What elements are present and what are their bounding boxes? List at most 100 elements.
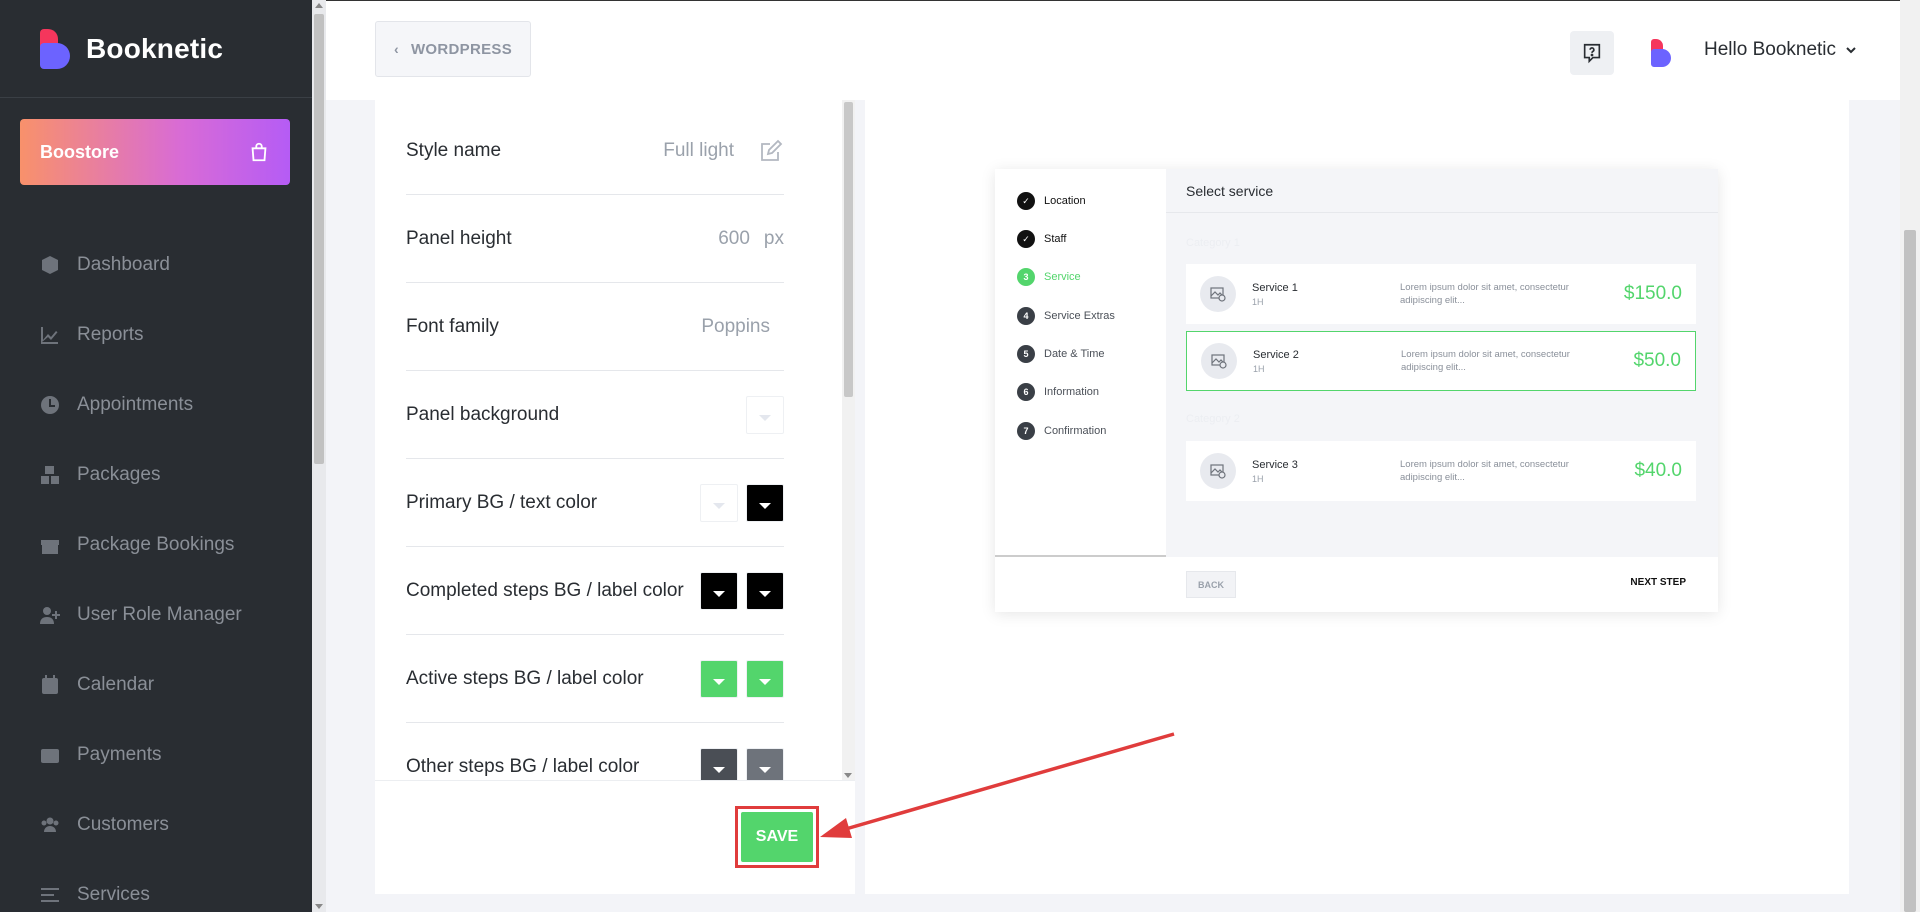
sidebar-item-packages[interactable]: Packages: [0, 440, 312, 510]
category-label: Category 1: [1186, 237, 1240, 249]
appearance-settings-panel: Style name Full light Panel height 600 p…: [375, 100, 855, 780]
sidebar-item-services[interactable]: Services: [0, 860, 312, 912]
service-duration: 1H: [1253, 363, 1265, 374]
font-family-select[interactable]: Poppins: [701, 316, 770, 338]
sidebar-item-label: Services: [77, 884, 150, 905]
step-label: Date & Time: [1044, 348, 1105, 360]
service-card[interactable]: Service 1 1H Lorem ipsum dolor sit amet, …: [1186, 264, 1696, 324]
users-icon: [40, 815, 60, 835]
step-label: Information: [1044, 386, 1100, 398]
primary-color-label: Primary BG / text color: [406, 491, 598, 513]
save-button[interactable]: SAVE: [741, 812, 813, 862]
sidebar-item-label: Reports: [77, 324, 144, 345]
step-information: 6 Information: [1017, 383, 1099, 401]
sidebar-item-dashboard[interactable]: Dashboard: [0, 230, 312, 300]
sidebar-item-customers[interactable]: Customers: [0, 790, 312, 860]
chart-icon: [40, 325, 60, 345]
primary-text-color-picker[interactable]: [746, 483, 784, 522]
help-button[interactable]: [1570, 31, 1614, 75]
preview-next-step-button[interactable]: NEXT STEP: [1630, 577, 1686, 588]
step-number: 5: [1017, 345, 1035, 363]
step-number: 7: [1017, 422, 1035, 440]
sidebar-item-appointments[interactable]: Appointments: [0, 370, 312, 440]
service-card[interactable]: Service 3 1H Lorem ipsum dolor sit amet, …: [1186, 441, 1696, 501]
completed-label-color-picker[interactable]: [746, 571, 784, 610]
step-label: Confirmation: [1044, 425, 1107, 437]
step-label: Location: [1044, 195, 1086, 207]
preview-back-button[interactable]: BACK: [1186, 571, 1236, 598]
style-name-value[interactable]: Full light: [663, 140, 734, 162]
caret-down-icon: [759, 590, 771, 597]
panel-height-input[interactable]: 600: [718, 228, 750, 250]
brand[interactable]: Booknetic: [0, 0, 312, 98]
active-bg-color-picker[interactable]: [700, 659, 738, 698]
sidebar-item-payments[interactable]: Payments: [0, 720, 312, 790]
sidebar-scrollbar[interactable]: [312, 0, 326, 912]
active-label-color-picker[interactable]: [746, 659, 784, 698]
check-icon: ✓: [1017, 230, 1035, 248]
primary-bg-color-picker[interactable]: [700, 483, 738, 522]
user-menu[interactable]: Hello Booknetic: [1704, 39, 1856, 61]
completed-steps-color-label: Completed steps BG / label color: [406, 579, 684, 601]
chevron-left-icon: ‹: [393, 41, 399, 57]
other-label-color-picker[interactable]: [746, 748, 784, 780]
service-description: Lorem ipsum dolor sit amet, consectetur …: [1401, 348, 1570, 373]
boostore-button[interactable]: Boostore: [20, 119, 290, 185]
booknetic-logo-icon: [38, 28, 72, 69]
font-family-label: Font family: [406, 315, 499, 337]
calendar-icon: [40, 675, 60, 695]
cube-icon: [40, 255, 60, 275]
edit-icon[interactable]: [758, 138, 784, 164]
service-price: $40.0: [1634, 460, 1682, 481]
service-name: Service 3: [1252, 458, 1298, 471]
wordpress-back-button[interactable]: ‹ WORDPRESS: [375, 21, 531, 77]
step-label: Staff: [1044, 233, 1067, 245]
sidebar-item-label: Appointments: [77, 394, 194, 415]
step-confirmation: 7 Confirmation: [1017, 422, 1106, 440]
main-scrollbar[interactable]: [1900, 0, 1920, 912]
step-service-extras: 4 Service Extras: [1017, 307, 1115, 325]
sidebar-item-label: Calendar: [77, 674, 155, 695]
check-icon: ✓: [1017, 192, 1035, 210]
step-number: 3: [1017, 268, 1035, 286]
wallet-icon: [40, 745, 60, 765]
step-number: 4: [1017, 307, 1035, 325]
sidebar-item-label: User Role Manager: [77, 604, 242, 625]
sidebar-item-user-role-manager[interactable]: User Role Manager: [0, 580, 312, 650]
completed-steps-color-row: Completed steps BG / label color: [406, 547, 784, 635]
caret-down-icon: [759, 502, 771, 509]
sidebar-item-calendar[interactable]: Calendar: [0, 650, 312, 720]
service-price: $50.0: [1633, 350, 1681, 371]
image-placeholder-icon: [1201, 343, 1237, 379]
service-card-selected[interactable]: Service 2 1H Lorem ipsum dolor sit amet, …: [1186, 331, 1696, 391]
brand-name: Booknetic: [86, 32, 224, 64]
step-number: 6: [1017, 383, 1035, 401]
primary-color-row: Primary BG / text color: [406, 459, 784, 547]
settings-list: Style name Full light Panel height 600 p…: [375, 100, 842, 780]
step-staff: ✓ Staff: [1017, 230, 1066, 248]
sidebar-item-label: Packages: [77, 464, 161, 485]
sidebar-item-package-bookings[interactable]: Package Bookings: [0, 510, 312, 580]
panel-background-label: Panel background: [406, 403, 560, 425]
user-avatar[interactable]: [1650, 39, 1672, 67]
sidebar-item-label: Customers: [77, 814, 169, 835]
caret-down-icon: [713, 590, 725, 597]
other-steps-color-row: Other steps BG / label color: [406, 723, 784, 780]
service-duration: 1H: [1252, 296, 1264, 307]
wordpress-back-label: WORDPRESS: [410, 40, 512, 58]
preview-title: Select service: [1166, 169, 1718, 213]
save-highlight-box: SAVE: [735, 806, 819, 868]
other-bg-color-picker[interactable]: [700, 748, 738, 780]
sidebar-item-reports[interactable]: Reports: [0, 300, 312, 370]
caret-down-icon: [759, 414, 771, 421]
service-name: Service 1: [1252, 281, 1298, 294]
image-placeholder-icon: [1200, 276, 1236, 312]
settings-scrollbar[interactable]: [842, 100, 855, 780]
service-price: $150.0: [1623, 283, 1682, 304]
clock-icon: [40, 395, 60, 415]
panel-background-color-picker[interactable]: [746, 395, 784, 434]
sidebar: Booknetic Boostore Dashboard Reports App…: [0, 0, 312, 912]
other-steps-color-label: Other steps BG / label color: [406, 756, 640, 777]
completed-bg-color-picker[interactable]: [700, 571, 738, 610]
step-service: 3 Service: [1017, 268, 1081, 286]
